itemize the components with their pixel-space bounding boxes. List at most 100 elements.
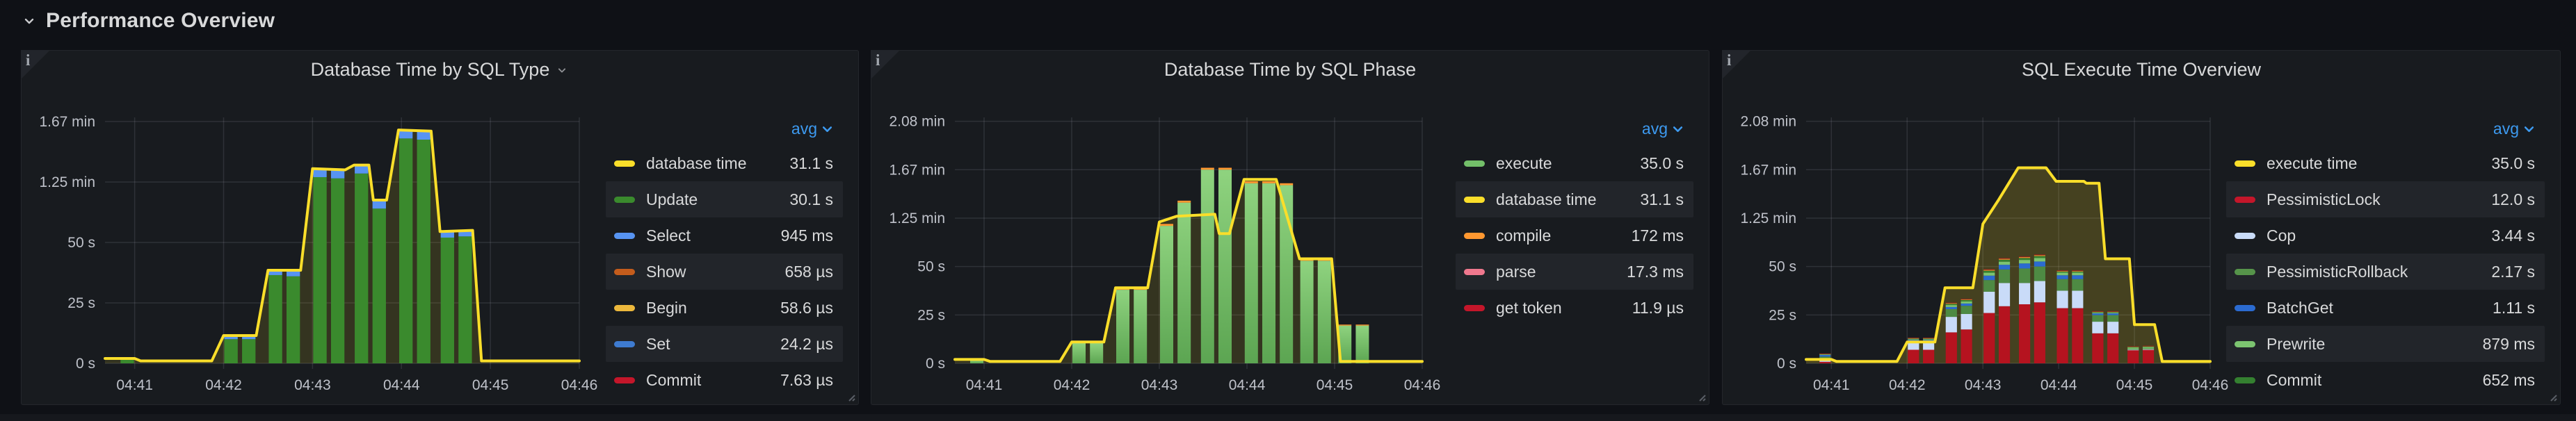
series-label: Cop xyxy=(2267,226,2457,245)
legend-row-compile[interactable]: compile172 ms xyxy=(1456,217,1693,254)
series-color-swatch xyxy=(1464,305,1485,311)
legend-row-pessimisticrollback[interactable]: PessimisticRollback2.17 s xyxy=(2226,254,2545,290)
y-axis-tick: 1.67 min xyxy=(1740,162,1796,178)
legend-row-prewrite[interactable]: Prewrite879 ms xyxy=(2226,326,2545,362)
legend-row-begin[interactable]: Begin58.6 µs xyxy=(606,290,843,326)
series-color-swatch xyxy=(614,160,635,167)
legend-row-commit[interactable]: Commit7.63 µs xyxy=(606,362,843,398)
series-color-swatch xyxy=(614,233,635,239)
series-color-swatch xyxy=(2235,197,2255,203)
legend-row-set[interactable]: Set24.2 µs xyxy=(606,326,843,362)
y-axis-tick: 1.67 min xyxy=(889,162,945,178)
panel-database-time-by-sql-phase: i Database Time by SQL Phase 0 s25 s50 s… xyxy=(871,50,1709,405)
series-avg-value: 2.17 s xyxy=(2457,263,2535,281)
panel-resize-handle[interactable] xyxy=(2547,392,2557,402)
series-color-swatch xyxy=(2235,341,2255,347)
panel-resize-handle[interactable] xyxy=(1696,392,1706,402)
x-axis-tick: 04:46 xyxy=(1404,377,1441,393)
legend-stat-selector[interactable]: avg xyxy=(791,119,833,138)
x-axis-tick: 04:42 xyxy=(1889,377,1926,393)
legend-row-execute-time[interactable]: execute time35.0 s xyxy=(2226,145,2545,181)
legend-row-get-token[interactable]: get token11.9 µs xyxy=(1456,290,1693,326)
legend-row-database-time[interactable]: database time31.1 s xyxy=(606,145,843,181)
series-color-swatch xyxy=(2235,233,2255,239)
series-color-swatch xyxy=(2235,305,2255,311)
x-axis-tick: 04:43 xyxy=(294,377,331,393)
x-axis-tick: 04:46 xyxy=(2192,377,2229,393)
series-label: parse xyxy=(1496,263,1606,281)
chevron-down-icon xyxy=(1672,124,1684,134)
chevron-down-icon xyxy=(821,124,833,134)
series-label: execute time xyxy=(2267,154,2457,173)
series-avg-value: 658 µs xyxy=(755,263,833,281)
series-label: Show xyxy=(646,263,755,281)
legend-row-execute[interactable]: execute35.0 s xyxy=(1456,145,1693,181)
series-avg-value: 172 ms xyxy=(1606,226,1684,245)
legend-row-parse[interactable]: parse17.3 ms xyxy=(1456,254,1693,290)
series-avg-value: 31.1 s xyxy=(1606,190,1684,209)
legend-row-cop[interactable]: Cop3.44 s xyxy=(2226,217,2545,254)
series-color-swatch xyxy=(614,377,635,383)
y-axis-tick: 0 s xyxy=(76,356,95,372)
x-axis-tick: 04:42 xyxy=(205,377,242,393)
x-axis-tick: 04:45 xyxy=(472,377,509,393)
legend-row-pessimisticlock[interactable]: PessimisticLock12.0 s xyxy=(2226,181,2545,217)
x-axis-tick: 04:41 xyxy=(116,377,153,393)
legend: avg execute35.0 sdatabase time31.1 scompi… xyxy=(1456,112,1693,326)
series-avg-value: 879 ms xyxy=(2457,335,2535,354)
series-color-swatch xyxy=(614,197,635,203)
y-axis-tick: 50 s xyxy=(917,259,945,275)
legend-stat-selector[interactable]: avg xyxy=(2493,119,2535,138)
y-axis-tick: 50 s xyxy=(1769,259,1796,275)
legend-row-batchget[interactable]: BatchGet1.11 s xyxy=(2226,290,2545,326)
series-avg-value: 652 ms xyxy=(2457,371,2535,390)
y-axis-tick: 25 s xyxy=(917,307,945,323)
series-label: get token xyxy=(1496,299,1606,317)
series-color-swatch xyxy=(614,341,635,347)
series-label: PessimisticLock xyxy=(2267,190,2457,209)
series-avg-value: 24.2 µs xyxy=(755,335,833,354)
series-color-swatch xyxy=(1464,269,1485,275)
y-axis-tick: 2.08 min xyxy=(889,114,945,130)
y-axis-tick: 50 s xyxy=(67,235,95,251)
legend-row-commit[interactable]: Commit652 ms xyxy=(2226,362,2545,398)
x-axis-tick: 04:44 xyxy=(1229,377,1266,393)
legend-stat-selector[interactable]: avg xyxy=(1642,119,1684,138)
x-axis-tick: 04:43 xyxy=(1141,377,1178,393)
series-label: Update xyxy=(646,190,755,209)
series-avg-value: 31.1 s xyxy=(755,154,833,173)
x-axis-tick: 04:41 xyxy=(1813,377,1850,393)
y-axis-tick: 0 s xyxy=(1777,356,1796,372)
legend-row-show[interactable]: Show658 µs xyxy=(606,254,843,290)
x-axis-tick: 04:46 xyxy=(561,377,598,393)
series-color-swatch xyxy=(2235,269,2255,275)
x-axis-tick: 04:45 xyxy=(1317,377,1353,393)
legend-row-update[interactable]: Update30.1 s xyxy=(606,181,843,217)
x-axis-tick: 04:44 xyxy=(2040,377,2077,393)
row-title: Performance Overview xyxy=(46,9,275,33)
series-avg-value: 35.0 s xyxy=(2457,154,2535,173)
series-avg-value: 17.3 ms xyxy=(1606,263,1684,281)
series-avg-value: 12.0 s xyxy=(2457,190,2535,209)
legend: avgexecute time35.0 sPessimisticLock12.0… xyxy=(2226,112,2545,398)
panel-sql-execute-time-overview: i SQL Execute Time Overview 0 s25 s50 s1… xyxy=(1722,50,2561,405)
series-avg-value: 945 ms xyxy=(755,226,833,245)
series-color-swatch xyxy=(1464,233,1485,239)
legend-row-select[interactable]: Select945 ms xyxy=(606,217,843,254)
series-color-swatch xyxy=(2235,160,2255,167)
series-color-swatch xyxy=(614,269,635,275)
legend-row-database-time[interactable]: database time31.1 s xyxy=(1456,181,1693,217)
y-axis-tick: 25 s xyxy=(67,295,95,311)
series-color-swatch xyxy=(614,305,635,311)
row-header-performance-overview[interactable]: Performance Overview xyxy=(21,6,275,36)
y-axis-tick: 2.08 min xyxy=(1740,114,1796,130)
series-avg-value: 11.9 µs xyxy=(1606,299,1684,317)
series-label: Set xyxy=(646,335,755,354)
series-label: database time xyxy=(646,154,755,173)
chevron-down-icon xyxy=(21,13,38,29)
series-color-swatch xyxy=(1464,160,1485,167)
y-axis-tick: 1.25 min xyxy=(889,210,945,226)
series-color-swatch xyxy=(1464,197,1485,203)
series-avg-value: 1.11 s xyxy=(2457,299,2535,317)
panel-resize-handle[interactable] xyxy=(846,392,855,402)
